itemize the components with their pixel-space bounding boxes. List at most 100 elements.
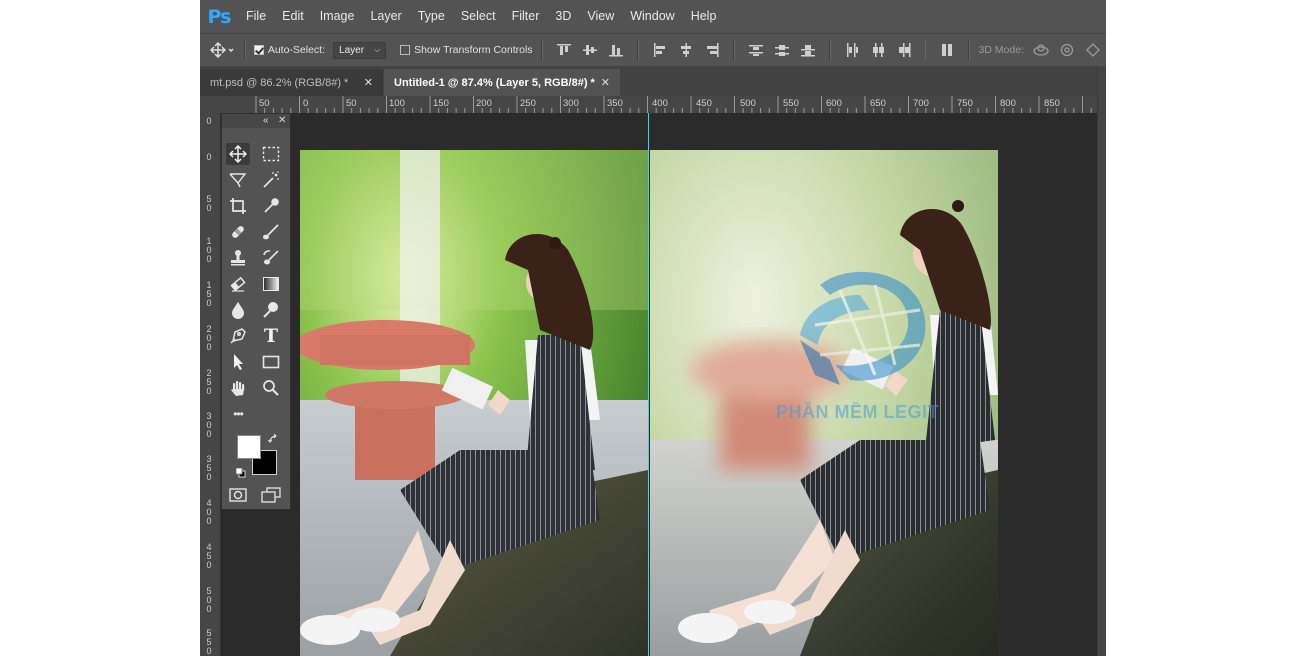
align-left-icon[interactable] xyxy=(653,43,667,57)
crop-tool-icon[interactable] xyxy=(226,195,250,217)
align-horizontal-center-icon[interactable] xyxy=(679,43,693,57)
hand-tool-icon[interactable] xyxy=(226,377,250,399)
tab-label: mt.psd @ 86.2% (RGB/8#) * xyxy=(210,76,349,89)
type-tool-icon[interactable]: T xyxy=(259,325,283,347)
distribute-left-icon[interactable] xyxy=(845,43,859,57)
distribute-horizontal-center-icon[interactable] xyxy=(871,43,885,57)
marquee-tool-icon[interactable] xyxy=(259,143,283,165)
align-right-icon[interactable] xyxy=(705,43,719,57)
show-transform-checkbox[interactable]: Show Transform Controls xyxy=(400,44,533,56)
ruler-label: 350 xyxy=(607,98,623,109)
3d-mode-label: 3D Mode: xyxy=(978,44,1024,56)
menu-select[interactable]: Select xyxy=(453,0,504,33)
move-tool-icon[interactable] xyxy=(226,143,250,165)
ruler-label: 850 xyxy=(1044,98,1060,109)
ruler-label: 0 xyxy=(303,98,309,109)
menu-image[interactable]: Image xyxy=(312,0,363,33)
ruler-label: 2 5 0 xyxy=(206,368,212,396)
distribute-top-icon[interactable] xyxy=(748,43,763,57)
lasso-tool-icon[interactable] xyxy=(226,169,250,191)
ruler-label: 300 xyxy=(563,98,579,109)
auto-align-layers-icon[interactable] xyxy=(940,43,954,57)
auto-select-checkbox[interactable]: Auto-Select: xyxy=(253,44,326,56)
ruler-label: 750 xyxy=(957,98,973,109)
ruler-label: 1 0 0 xyxy=(206,236,212,264)
ruler-label: 650 xyxy=(870,98,886,109)
rectangle-tool-icon[interactable] xyxy=(259,351,283,373)
clone-stamp-tool-icon[interactable] xyxy=(226,247,250,269)
menu-help[interactable]: Help xyxy=(683,0,725,33)
ruler-label: 3 0 0 xyxy=(206,411,212,439)
ruler-label: 5 5 0 xyxy=(206,628,212,656)
ruler-label: 1 5 0 xyxy=(206,280,212,308)
close-icon[interactable]: ✕ xyxy=(601,76,610,89)
menu-layer[interactable]: Layer xyxy=(362,0,409,33)
dodge-tool-icon[interactable] xyxy=(259,299,283,321)
canvas-guide-line[interactable] xyxy=(648,113,649,656)
photo-original[interactable] xyxy=(295,150,648,656)
menu-file[interactable]: File xyxy=(238,0,274,33)
ruler-label: 700 xyxy=(913,98,929,109)
magic-wand-tool-icon[interactable] xyxy=(259,169,283,191)
align-bottom-icon[interactable] xyxy=(608,43,623,57)
close-icon[interactable]: ✕ xyxy=(364,76,373,89)
photoshop-logo: Ps xyxy=(207,5,232,28)
menu-window[interactable]: Window xyxy=(622,0,682,33)
move-tool-preset-icon[interactable] xyxy=(209,42,236,58)
default-colors-icon[interactable] xyxy=(235,465,246,483)
menu-3d[interactable]: 3D xyxy=(547,0,579,33)
ruler-label: 450 xyxy=(696,98,712,109)
brush-tool-icon[interactable] xyxy=(259,221,283,243)
tab-mt-psd[interactable]: mt.psd @ 86.2% (RGB/8#) * ✕ xyxy=(200,69,383,96)
ruler-label: 150 xyxy=(433,98,449,109)
ruler-label: 4 5 0 xyxy=(206,542,212,570)
auto-select-label: Auto-Select: xyxy=(267,44,326,56)
quick-mask-icon[interactable] xyxy=(226,484,250,506)
ruler-label: 2 0 0 xyxy=(206,324,212,352)
vertical-scrollbar[interactable] xyxy=(1097,66,1106,656)
eraser-tool-icon[interactable] xyxy=(226,273,250,295)
ruler-label: 3 5 0 xyxy=(206,454,212,482)
menu-edit[interactable]: Edit xyxy=(274,0,312,33)
gradient-tool-icon[interactable] xyxy=(259,273,283,295)
ruler-label: 50 xyxy=(259,98,270,109)
3d-orbit-icon[interactable] xyxy=(1032,43,1049,57)
screen-mode-icon[interactable] xyxy=(259,484,283,506)
3d-roll-icon[interactable] xyxy=(1060,43,1074,57)
distribute-bottom-icon[interactable] xyxy=(800,43,815,57)
ruler-label: 50 xyxy=(346,98,357,109)
vertical-ruler[interactable]: 0 0 5 0 1 0 0 1 5 0 2 0 0 2 5 0 3 0 0 3 … xyxy=(200,113,221,656)
close-icon[interactable]: ✕ xyxy=(278,114,286,128)
auto-select-target-value: Layer xyxy=(339,44,365,56)
eyedropper-tool-icon[interactable] xyxy=(259,195,283,217)
menu-view[interactable]: View xyxy=(579,0,622,33)
collapse-icon[interactable]: « xyxy=(263,114,269,128)
align-top-icon[interactable] xyxy=(556,43,571,57)
auto-select-target-dropdown[interactable]: Layer ⌵ xyxy=(333,41,387,59)
align-vertical-center-icon[interactable] xyxy=(582,43,597,57)
path-selection-tool-icon[interactable] xyxy=(226,351,250,373)
tools-panel-header[interactable]: « ✕ xyxy=(222,114,290,128)
distribute-right-icon[interactable] xyxy=(897,43,911,57)
3d-pan-icon[interactable] xyxy=(1086,43,1100,57)
tab-label: Untitled-1 @ 87.4% (Layer 5, RGB/8#) * xyxy=(394,76,595,89)
history-brush-tool-icon[interactable] xyxy=(259,247,283,269)
foreground-color-swatch[interactable] xyxy=(237,435,261,459)
more-tools-icon[interactable]: ••• xyxy=(226,403,250,425)
options-bar: Auto-Select: Layer ⌵ Show Transform Cont… xyxy=(200,33,1106,67)
healing-brush-tool-icon[interactable] xyxy=(226,221,250,243)
auto-select-check-icon xyxy=(253,45,264,55)
watermark-text: PHẦN MỀM LEGIT xyxy=(776,402,939,422)
menu-filter[interactable]: Filter xyxy=(504,0,548,33)
ruler-label: 400 xyxy=(652,98,668,109)
menu-type[interactable]: Type xyxy=(410,0,453,33)
tab-untitled-1[interactable]: Untitled-1 @ 87.4% (Layer 5, RGB/8#) * ✕ xyxy=(384,69,620,96)
ruler-label: 100 xyxy=(389,98,405,109)
zoom-tool-icon[interactable] xyxy=(259,377,283,399)
photo-original-image xyxy=(295,150,648,656)
pen-tool-icon[interactable] xyxy=(226,325,250,347)
swap-colors-icon[interactable] xyxy=(267,432,279,450)
blur-tool-icon[interactable] xyxy=(226,299,250,321)
distribute-center-icon[interactable] xyxy=(774,43,789,57)
horizontal-ruler[interactable]: 50 0 50 100 150 200 250 300 350 400 450 … xyxy=(200,96,1106,114)
